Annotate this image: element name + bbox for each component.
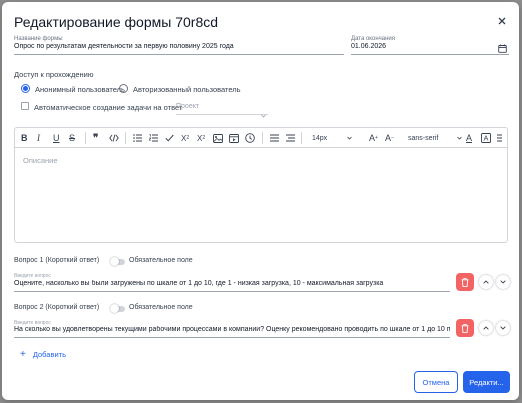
question-1-input-label: Введите вопрос [14,273,51,279]
question-1-underline [14,291,450,292]
chevron-down-icon [500,326,506,330]
edit-form-modal: Редактирование формы 70r8cd Название фор… [2,2,519,400]
add-question-button[interactable]: + Добавить [20,348,66,360]
toolbar-separator [85,132,86,144]
chevron-up-icon [483,326,489,330]
chevron-down-icon [500,280,506,284]
font-family-value: sans-serif [408,134,439,142]
save-button[interactable]: Редакти... [463,371,510,393]
text-color-icon[interactable]: A [466,131,472,145]
calendar-icon[interactable] [498,40,507,58]
underline-icon[interactable]: U [53,131,60,145]
toolbar-separator [262,132,263,144]
form-name-label: Название формы [14,36,63,42]
quote-icon[interactable]: ❞ [93,131,98,145]
project-select[interactable]: Проект [176,103,199,110]
modal-title: Редактирование формы 70r8cd [14,14,219,30]
chevron-down-icon [457,136,462,140]
font-size-select[interactable]: 14px [312,131,352,145]
formula-icon[interactable] [245,131,255,145]
subscript-icon[interactable]: X2 [197,131,205,145]
question-1-required-toggle[interactable] [110,257,125,266]
end-date-underline [351,54,509,55]
radio-anonymous[interactable] [21,84,30,93]
project-select-underline [176,114,268,115]
question-2-required-toggle[interactable] [110,304,125,313]
question-2-required-label: Обязательное поле [129,304,193,311]
italic-icon[interactable]: I [37,131,40,145]
checklist-icon[interactable] [165,131,174,145]
bold-icon[interactable]: B [21,131,28,145]
question-1-delete-button[interactable] [456,273,474,291]
question-2-title: Вопрос 2 (Короткий ответ) [14,304,100,311]
auto-task-checkbox[interactable] [21,102,29,110]
description-placeholder[interactable]: Описание [23,156,58,165]
more-icon[interactable] [497,131,502,145]
question-1-move-down-button[interactable] [496,275,510,289]
background-color-icon[interactable]: A [481,131,491,145]
radio-anonymous-label: Анонимный пользователь [35,85,125,94]
toolbar-separator [125,132,126,144]
align-justify-icon[interactable] [286,131,295,145]
video-icon[interactable] [229,131,239,145]
question-1-input[interactable]: Оцените, насколько вы были загружены по … [14,280,450,287]
code-icon[interactable] [109,131,119,145]
end-date-label: Дата окончания [351,36,396,42]
end-date-input[interactable]: 01.06.2026 [351,43,386,50]
trash-icon [461,277,469,287]
trash-icon [461,323,469,333]
editor-toolbar: B I U S ❞ X2 X2 14px A + A − sans-serif … [15,128,507,148]
access-section-title: Доступ к прохождению [14,70,94,79]
question-2-move-up-button[interactable] [479,321,493,335]
plus-icon: + [20,348,26,360]
description-editor: B I U S ❞ X2 X2 14px A + A − sans-serif … [14,127,508,243]
cancel-button[interactable]: Отмена [414,371,458,393]
question-2-input[interactable]: На сколько вы удовлетворены текущими раб… [14,326,450,333]
align-left-icon[interactable] [270,131,279,145]
increase-font-icon[interactable]: A + [369,131,378,145]
chevron-up-icon [483,280,489,284]
chevron-down-icon [347,136,352,140]
bullet-list-icon[interactable] [133,131,142,145]
add-question-label: Добавить [32,350,66,359]
question-1-title: Вопрос 1 (Короткий ответ) [14,257,100,264]
font-size-value: 14px [312,134,328,142]
question-1-move-up-button[interactable] [479,275,493,289]
radio-authorized-label: Авторизованный пользователь [133,85,241,94]
question-2-underline [14,337,450,338]
form-name-underline [14,54,344,55]
close-icon[interactable] [496,15,508,27]
question-2-delete-button[interactable] [456,319,474,337]
font-family-select[interactable]: sans-serif [408,131,462,145]
ordered-list-icon[interactable] [149,131,158,145]
radio-authorized[interactable] [119,84,128,93]
question-2-move-down-button[interactable] [496,321,510,335]
strikethrough-icon[interactable]: S [69,131,75,145]
decrease-font-icon[interactable]: A − [385,131,394,145]
question-1-required-label: Обязательное поле [129,257,193,264]
auto-task-label: Автоматическое создание задачи на ответ [34,103,183,112]
form-name-input[interactable]: Опрос по результатам деятельности за пер… [14,43,234,50]
toolbar-separator [301,132,302,144]
svg-text:A: A [484,136,489,143]
image-icon[interactable] [213,131,223,145]
superscript-icon[interactable]: X2 [181,131,189,145]
